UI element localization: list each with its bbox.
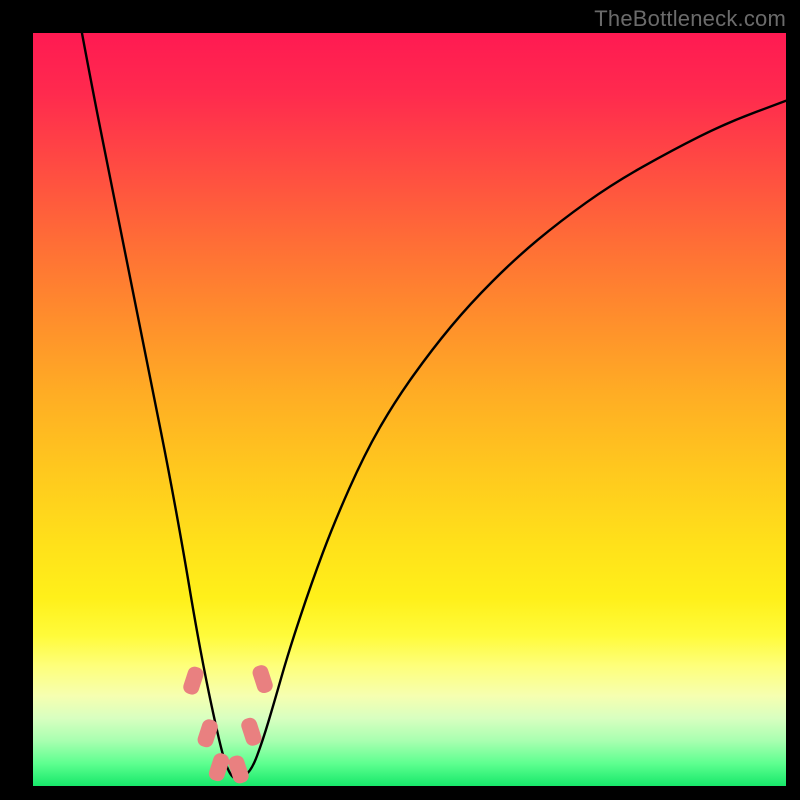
chart-svg: [33, 33, 786, 786]
plot-area: [33, 33, 786, 786]
curve-marker: [207, 751, 231, 783]
curve-marker: [239, 716, 263, 748]
curve-layer: [82, 33, 786, 778]
watermark-label: TheBottleneck.com: [594, 6, 786, 32]
curve-marker: [251, 663, 275, 695]
chart-frame: TheBottleneck.com: [0, 0, 800, 800]
curve-marker: [227, 754, 251, 786]
bottleneck-curve: [82, 33, 786, 778]
curve-marker: [181, 665, 205, 697]
